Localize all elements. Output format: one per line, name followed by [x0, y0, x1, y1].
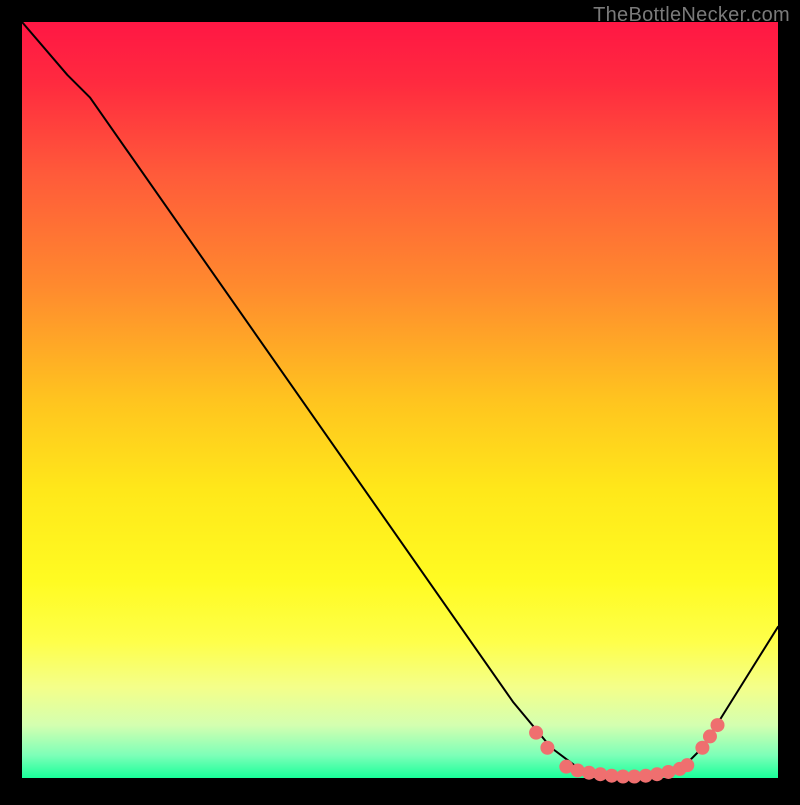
marker-dot [680, 758, 694, 772]
attribution-label: TheBottleNecker.com [593, 4, 790, 27]
bottleneck-chart [0, 0, 800, 800]
marker-dot [529, 726, 543, 740]
marker-dot [711, 718, 725, 732]
marker-dot [540, 741, 554, 755]
plot-background [22, 22, 778, 778]
chart-svg [0, 0, 800, 800]
